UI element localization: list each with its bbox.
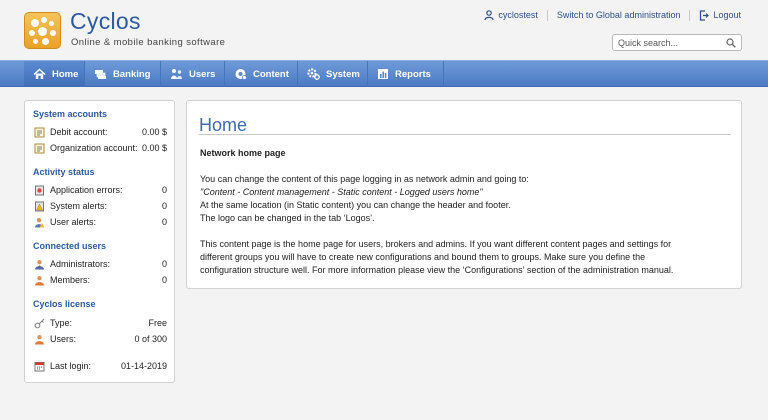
user-icon bbox=[484, 10, 494, 20]
user-alerts-label: User alerts: bbox=[50, 217, 97, 227]
account-icon bbox=[34, 143, 45, 154]
application-errors-value: 0 bbox=[161, 185, 167, 195]
users-icon bbox=[171, 69, 182, 79]
header: Cyclos Online & mobile banking software … bbox=[0, 0, 768, 58]
members-label: Members: bbox=[50, 275, 91, 285]
system-alerts-label: System alerts: bbox=[50, 201, 108, 211]
warning-icon bbox=[34, 201, 45, 212]
nav-system[interactable]: System bbox=[298, 61, 368, 87]
brand-name: Cyclos bbox=[70, 8, 141, 34]
nav-system-label: System bbox=[326, 68, 360, 80]
paragraph-info: This content page is the home page for u… bbox=[200, 238, 730, 277]
top-links: cyclostest Switch to Global administrati… bbox=[484, 8, 741, 22]
cyclos-logo-icon[interactable] bbox=[24, 12, 61, 49]
paragraph-line: At the same location (in Static content)… bbox=[200, 200, 511, 210]
last-login-value: 01-14-2019 bbox=[120, 361, 167, 371]
nav-users[interactable]: Users bbox=[161, 61, 225, 87]
nav-reports[interactable]: Reports bbox=[368, 61, 444, 87]
paragraph-line: The logo can be changed in the tab ‘Logo… bbox=[200, 213, 375, 223]
paragraph-line: This content page is the home page for u… bbox=[200, 239, 672, 249]
paragraph-line: different groups you will have to create… bbox=[200, 252, 646, 262]
banking-icon bbox=[95, 70, 106, 79]
paragraph-instructions: You can change the content of this page … bbox=[200, 173, 730, 225]
user-alerts-row[interactable]: User alerts: 0 bbox=[34, 216, 167, 228]
connected-users-title: Connected users bbox=[33, 241, 107, 251]
switch-admin-link[interactable]: Switch to Global administration bbox=[557, 10, 681, 20]
system-alerts-row[interactable]: System alerts: 0 bbox=[34, 200, 167, 212]
debit-account-value: 0.00 $ bbox=[141, 127, 167, 137]
sidebar: System accounts Debit account: 0.00 $ Or… bbox=[24, 100, 175, 383]
organization-account-value: 0.00 $ bbox=[141, 143, 167, 153]
title-divider bbox=[199, 134, 731, 135]
user-alerts-value: 0 bbox=[161, 217, 167, 227]
members-value: 0 bbox=[161, 275, 167, 285]
system-icon bbox=[307, 68, 320, 80]
nav-users-label: Users bbox=[189, 68, 216, 80]
divider bbox=[546, 9, 548, 21]
key-icon bbox=[34, 318, 45, 329]
members-row[interactable]: Members: 0 bbox=[34, 274, 167, 286]
organization-account-row[interactable]: Organization account: 0.00 $ bbox=[34, 142, 167, 154]
administrators-label: Administrators: bbox=[50, 259, 111, 269]
main-nav: Home Banking Users Content System Report… bbox=[0, 60, 768, 87]
username: cyclostest bbox=[498, 10, 538, 20]
account-icon bbox=[34, 127, 45, 138]
content-icon bbox=[235, 69, 247, 80]
error-icon bbox=[34, 185, 45, 196]
system-alerts-value: 0 bbox=[161, 201, 167, 211]
search-icon[interactable] bbox=[726, 38, 736, 48]
logout-label: Logout bbox=[713, 10, 741, 20]
application-errors-row[interactable]: Application errors: 0 bbox=[34, 184, 167, 196]
user-alert-icon bbox=[34, 217, 45, 228]
reports-icon bbox=[378, 69, 388, 79]
license-type-label: Type: bbox=[50, 318, 73, 328]
system-accounts-title: System accounts bbox=[33, 109, 108, 119]
license-type-value: Free bbox=[148, 318, 167, 328]
home-icon bbox=[33, 68, 46, 79]
administrators-row[interactable]: Administrators: 0 bbox=[34, 258, 167, 270]
paragraph-line: You can change the content of this page … bbox=[200, 174, 529, 184]
license-users-row: Users: 0 of 300 bbox=[34, 333, 167, 345]
administrators-value: 0 bbox=[161, 259, 167, 269]
nav-banking[interactable]: Banking bbox=[85, 61, 161, 87]
logout-icon bbox=[700, 9, 710, 21]
paragraph-line: configuration structure well. For more i… bbox=[200, 265, 674, 275]
calendar-icon bbox=[34, 361, 45, 372]
nav-home[interactable]: Home bbox=[24, 61, 85, 87]
application-errors-label: Application errors: bbox=[50, 185, 123, 195]
divider bbox=[689, 9, 691, 21]
nav-home-label: Home bbox=[52, 68, 79, 80]
last-login-label: Last login: bbox=[50, 361, 92, 371]
quick-search bbox=[612, 34, 742, 51]
page-title: Home bbox=[199, 115, 248, 135]
organization-account-label: Organization account: bbox=[50, 143, 138, 153]
paragraph-line: "Content - Content management - Static c… bbox=[200, 187, 483, 197]
nav-reports-label: Reports bbox=[395, 68, 431, 80]
cyclos-license-title: Cyclos license bbox=[33, 299, 96, 309]
brand-tagline: Online & mobile banking software bbox=[71, 37, 226, 48]
debit-account-row[interactable]: Debit account: 0.00 $ bbox=[34, 126, 167, 138]
license-users-label: Users: bbox=[50, 334, 77, 344]
nav-content-label: Content bbox=[253, 68, 289, 80]
switch-admin-label: Switch to Global administration bbox=[556, 10, 681, 20]
main-content: Home Network home page You can change th… bbox=[186, 100, 742, 289]
nav-content[interactable]: Content bbox=[225, 61, 298, 87]
nav-banking-label: Banking bbox=[113, 68, 151, 80]
last-login-row: Last login: 01-14-2019 bbox=[34, 360, 167, 372]
activity-status-title: Activity status bbox=[33, 167, 95, 177]
search-input[interactable] bbox=[618, 37, 723, 49]
debit-account-label: Debit account: bbox=[50, 127, 108, 137]
license-users-value: 0 of 300 bbox=[134, 334, 167, 344]
logout-link[interactable]: Logout bbox=[699, 9, 741, 21]
user-link[interactable]: cyclostest bbox=[484, 10, 538, 20]
member-icon bbox=[34, 275, 45, 286]
content-subheading: Network home page bbox=[200, 148, 286, 158]
license-type-row: Type: Free bbox=[34, 317, 167, 329]
user-icon bbox=[34, 334, 45, 345]
admin-icon bbox=[34, 259, 45, 270]
